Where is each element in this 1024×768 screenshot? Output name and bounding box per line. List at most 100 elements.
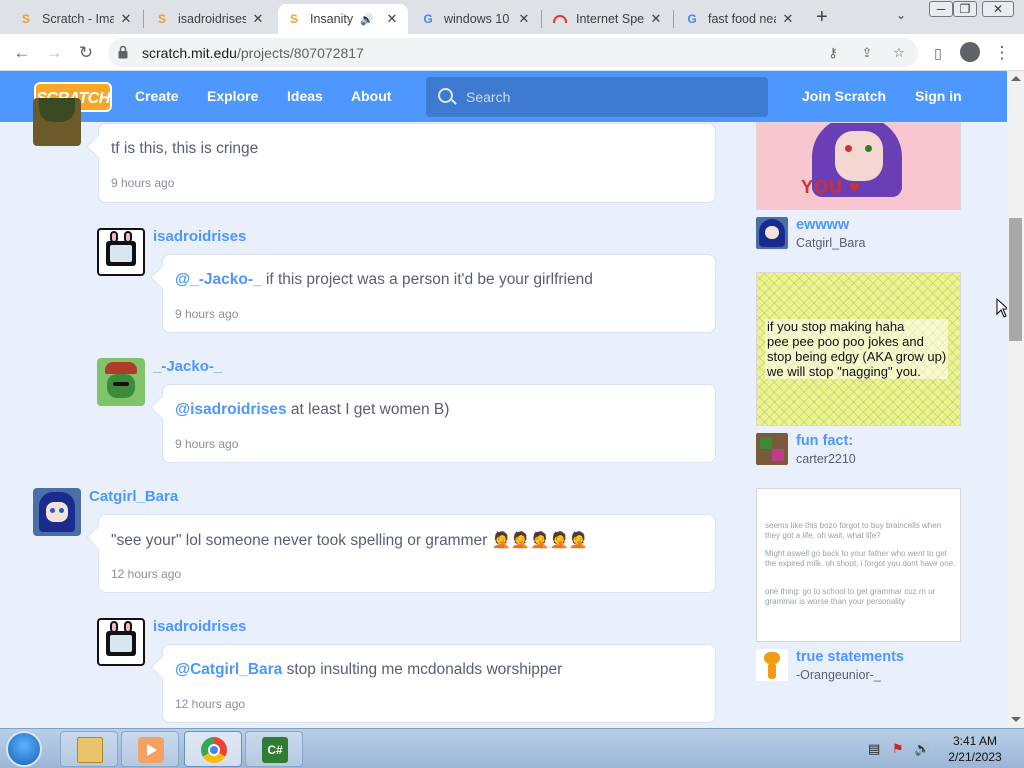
chrome-icon (201, 737, 227, 763)
project-author[interactable]: -Orangeunior-_ (796, 668, 881, 682)
volume-icon[interactable]: 🔊 (914, 741, 930, 757)
taskbar-chrome[interactable] (184, 731, 242, 767)
comment-bubble: @_-Jacko-_ if this project was a person … (162, 254, 716, 333)
comment-bubble: "see your" lol someone never took spelli… (98, 514, 716, 593)
url-path: /projects/807072817 (236, 45, 364, 61)
tab-internet-speed[interactable]: Internet Spe ✕ (544, 4, 672, 34)
close-icon[interactable]: ✕ (516, 11, 532, 27)
commenter-avatar[interactable] (33, 488, 81, 536)
project-thumbnail[interactable]: if you stop making haha pee pee poo poo … (756, 272, 961, 426)
thumbnail-text: seems like this bozo forgot to buy brain… (765, 521, 942, 540)
close-icon[interactable]: ✕ (780, 11, 796, 27)
comment-mention[interactable]: @_-Jacko-_ (175, 271, 262, 288)
project-author[interactable]: Catgirl_Bara (796, 236, 865, 250)
profile-avatar-icon[interactable] (960, 42, 980, 62)
nav-about[interactable]: About (351, 88, 391, 104)
url-host: scratch.mit.edu (142, 45, 237, 61)
comment-username[interactable]: _-Jacko-_ (153, 358, 222, 375)
tab-isadroidrises[interactable]: S isadroidrises ✕ (146, 4, 274, 34)
thumbnail-text: Might aswell go back to your father who … (765, 549, 956, 568)
scratch-header: SCRATCH Create Explore Ideas About Searc… (0, 71, 1007, 122)
tab-windows-10[interactable]: G windows 10 ✕ (412, 4, 540, 34)
taskbar-media-player[interactable] (121, 731, 179, 767)
project-title[interactable]: true statements (796, 649, 904, 665)
comment-bubble: tf is this, this is cringe 9 hours ago (98, 123, 716, 203)
author-avatar[interactable] (756, 649, 788, 681)
start-button[interactable] (6, 731, 42, 767)
tab-fast-food[interactable]: G fast food nea ✕ (676, 4, 804, 34)
search-input[interactable]: Search (426, 77, 768, 117)
key-icon[interactable]: ⚷ (824, 44, 842, 62)
scrollbar-thumb[interactable] (1009, 218, 1022, 341)
url-text: scratch.mit.edu/projects/807072817 (142, 45, 364, 61)
author-avatar[interactable] (756, 217, 788, 249)
join-scratch-link[interactable]: Join Scratch (802, 88, 886, 104)
side-panel-icon[interactable]: ▯ (926, 41, 950, 65)
search-placeholder: Search (466, 89, 511, 105)
tab-scratch-images[interactable]: S Scratch - Ima ✕ (10, 4, 142, 34)
restore-button[interactable]: ❐ (950, 0, 980, 20)
back-arrow-icon[interactable]: ← (10, 41, 34, 65)
google-icon: G (423, 12, 433, 26)
commenter-avatar[interactable] (97, 228, 145, 276)
close-icon[interactable]: ✕ (384, 11, 400, 27)
scroll-down-arrow-icon[interactable] (1011, 717, 1021, 722)
scratch-icon: S (157, 12, 166, 26)
nav-explore[interactable]: Explore (207, 88, 258, 104)
explorer-icon (77, 737, 103, 763)
speedometer-icon (552, 11, 568, 27)
windows-taskbar: C# ▤ ⚑ 🔊 3:41 AM 2/21/2023 (0, 728, 1024, 768)
project-thumbnail[interactable]: seems like this bozo forgot to buy brain… (756, 488, 961, 642)
thumbnail-caption: if you stop making haha pee pee poo poo … (765, 319, 949, 379)
new-tab-button[interactable]: + (816, 6, 828, 29)
scratch-icon: S (21, 12, 30, 26)
forward-arrow-icon[interactable]: → (42, 41, 66, 65)
project-author[interactable]: carter2210 (796, 452, 856, 466)
share-icon[interactable]: ⇪ (858, 44, 876, 62)
browser-toolbar: ← → ↻ scratch.mit.edu/projects/807072817… (0, 34, 1024, 71)
google-icon: G (687, 12, 697, 26)
clock-time: 3:41 AM (952, 734, 998, 748)
menu-kebab-icon[interactable]: ⋮ (990, 41, 1014, 65)
project-title[interactable]: ewwww (796, 217, 849, 233)
comment-time: 9 hours ago (175, 437, 239, 451)
comment-mention[interactable]: @isadroidrises (175, 401, 287, 418)
taskbar-explorer[interactable] (60, 731, 118, 767)
comment-mention[interactable]: @Catgirl_Bara (175, 661, 282, 678)
tab-search-chevron-icon[interactable]: ⌄ (896, 8, 906, 22)
media-player-icon (138, 737, 164, 763)
project-title[interactable]: fun fact: (796, 433, 853, 449)
comment-time: 9 hours ago (175, 307, 239, 321)
commenter-avatar[interactable] (97, 618, 145, 666)
audio-playing-icon[interactable]: 🔊 (360, 13, 374, 26)
window-close-button[interactable]: ✕ (980, 0, 1016, 20)
bookmark-star-icon[interactable]: ☆ (890, 44, 908, 62)
action-center-flag-icon[interactable]: ⚑ (892, 741, 904, 757)
close-icon[interactable]: ✕ (648, 11, 664, 27)
csharp-icon: C# (262, 737, 288, 763)
nav-create[interactable]: Create (135, 88, 179, 104)
comment-username[interactable]: Catgirl_Bara (89, 488, 178, 505)
author-avatar[interactable] (756, 433, 788, 465)
reload-icon[interactable]: ↻ (74, 41, 98, 65)
taskbar-csharp[interactable]: C# (245, 731, 303, 767)
sign-in-link[interactable]: Sign in (915, 88, 962, 104)
commenter-avatar[interactable] (97, 358, 145, 406)
tab-title: Internet Spe (576, 12, 644, 26)
comment-username[interactable]: isadroidrises (153, 618, 246, 635)
commenter-avatar[interactable] (33, 98, 81, 146)
tab-title: fast food nea (708, 12, 776, 26)
comment-username[interactable]: isadroidrises (153, 228, 246, 245)
network-icon[interactable]: ▤ (868, 741, 880, 757)
address-bar[interactable]: scratch.mit.edu/projects/807072817 ⚷ ⇪ ☆ (108, 38, 918, 67)
system-clock[interactable]: 3:41 AM 2/21/2023 (940, 733, 1010, 765)
close-icon[interactable]: ✕ (118, 11, 134, 27)
nav-ideas[interactable]: Ideas (287, 88, 323, 104)
scroll-up-arrow-icon[interactable] (1011, 76, 1021, 81)
comment-bubble: @Catgirl_Bara stop insulting me mcdonald… (162, 644, 716, 723)
close-icon[interactable]: ✕ (250, 11, 266, 27)
project-thumbnail[interactable]: YOU ♥ (756, 122, 961, 210)
vertical-scrollbar[interactable] (1007, 71, 1024, 727)
tab-insanity[interactable]: S Insanity 🔊 ✕ (278, 4, 408, 34)
comment-text: tf is this, this is cringe (111, 140, 259, 157)
